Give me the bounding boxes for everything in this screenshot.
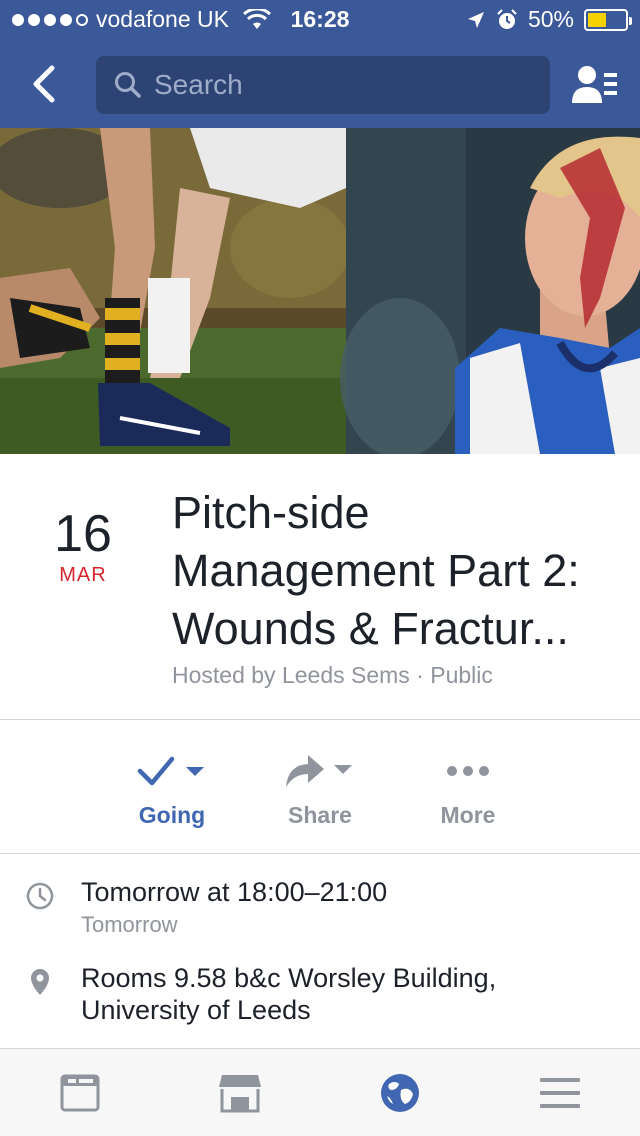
friend-requests-icon (572, 66, 617, 103)
clock-icon (26, 882, 54, 910)
event-time-row[interactable]: Tomorrow at 18:00–21:00 Tomorrow (0, 876, 640, 956)
status-bar: vodafone UK 16:28 50% (0, 0, 640, 40)
back-button[interactable] (22, 62, 66, 106)
more-label: More (440, 802, 496, 828)
event-location-row[interactable]: Rooms 9.58 b&c Worsley Building, Univers… (0, 962, 640, 1032)
event-date-month: MAR (59, 564, 107, 586)
tab-marketplace[interactable] (216, 1069, 264, 1117)
search-icon (115, 72, 141, 98)
event-time-relative: Tomorrow (81, 912, 178, 937)
event-host-privacy[interactable]: Hosted by Leeds Sems · Public (172, 662, 493, 689)
more-button[interactable]: More (398, 750, 538, 836)
event-time: Tomorrow at 18:00–21:00 (81, 877, 388, 907)
friend-requests-button[interactable] (570, 60, 620, 110)
check-dropdown-icon (137, 756, 204, 786)
event-title: Pitch-side Management Part 2: Wounds & F… (172, 487, 580, 654)
event-header: 16 MAR Pitch-side Management Part 2: Wou… (0, 454, 640, 720)
tab-menu[interactable] (536, 1069, 584, 1117)
share-arrow-icon (286, 755, 352, 787)
chevron-left-icon (33, 65, 55, 103)
share-button[interactable]: Share (250, 750, 390, 836)
rugby-legs-photo (0, 128, 350, 454)
location-pin-icon (31, 969, 49, 995)
tab-notifications[interactable] (376, 1069, 424, 1117)
event-cover-photo[interactable] (0, 128, 640, 454)
tab-news-feed[interactable] (56, 1069, 104, 1117)
going-label: Going (138, 802, 206, 828)
marketplace-icon (219, 1075, 261, 1113)
event-location: Rooms 9.58 b&c Worsley Building, Univers… (81, 963, 497, 1025)
location-arrow-icon (467, 11, 484, 28)
status-right: 50% (466, 6, 632, 33)
top-bar: vodafone UK 16:28 50% (0, 0, 640, 128)
menu-icon (540, 1078, 580, 1108)
alarm-icon (497, 8, 517, 29)
bottom-tab-bar (0, 1048, 640, 1136)
battery-icon (584, 8, 632, 31)
share-label: Share (288, 802, 352, 828)
search-box[interactable] (96, 56, 550, 114)
search-input[interactable] (154, 69, 534, 101)
rugby-player-photo (340, 128, 640, 454)
notifications-globe-icon (381, 1074, 419, 1112)
event-actions: Going Share More (0, 720, 640, 854)
going-button[interactable]: Going (102, 750, 242, 836)
event-date-day: 16 (54, 505, 112, 563)
news-feed-icon (60, 1074, 100, 1112)
battery-level (588, 12, 606, 27)
more-dots-icon (447, 766, 489, 776)
battery-percent: 50% (527, 6, 574, 32)
nav-bar (0, 40, 640, 128)
